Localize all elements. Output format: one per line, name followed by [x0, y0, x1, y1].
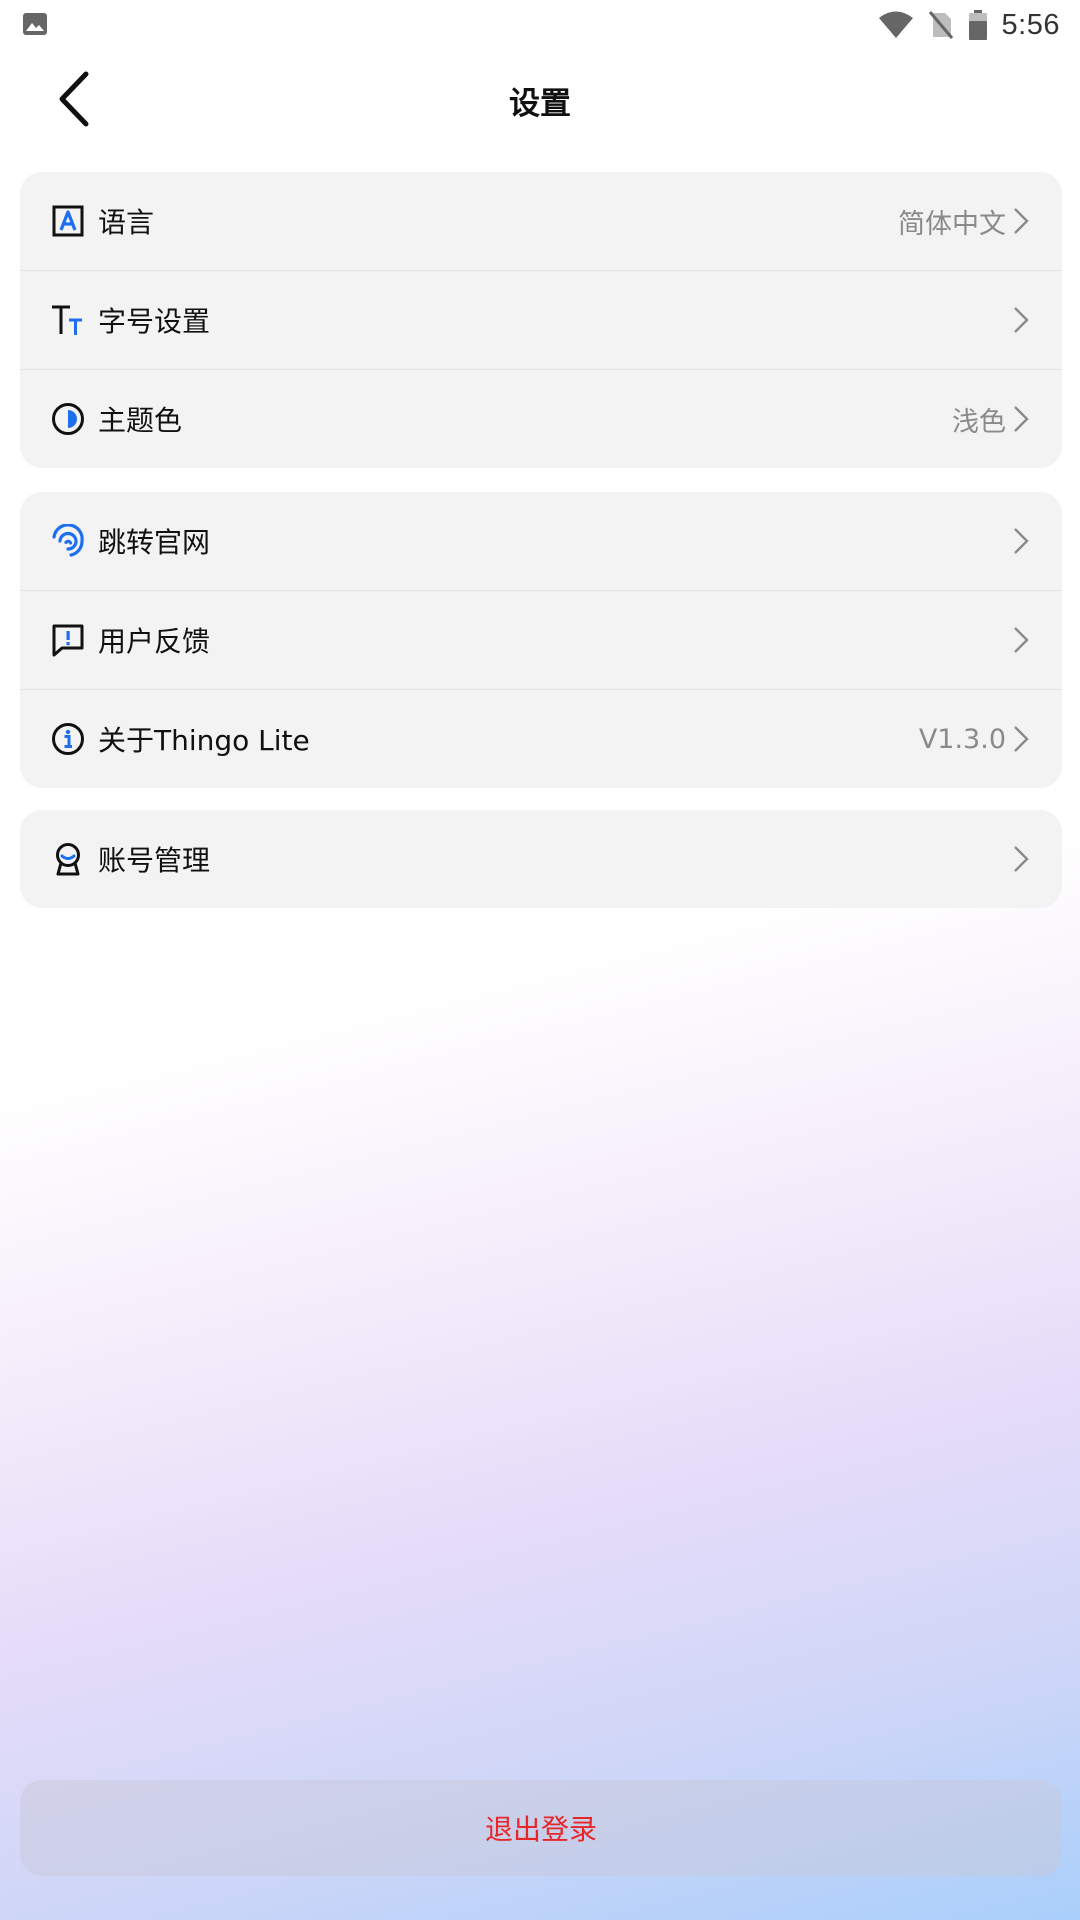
settings-item-label: 字号设置: [98, 305, 211, 338]
settings-item-website[interactable]: 跳转官网: [20, 492, 1062, 590]
settings-item-value: 简体中文: [898, 208, 1006, 240]
chevron-right-icon: [1010, 724, 1032, 754]
feedback-icon: [50, 622, 86, 658]
settings-item-label: 语言: [98, 206, 155, 239]
wifi-icon: [878, 11, 913, 38]
settings-item-language[interactable]: 语言 简体中文: [20, 172, 1062, 270]
chevron-right-icon: [1010, 625, 1032, 655]
settings-group-2: 跳转官网 用户反馈 关于Thingo Lite V1.3.0: [20, 492, 1062, 788]
info-icon: [50, 721, 86, 757]
account-icon: [50, 841, 86, 877]
page-title: 设置: [509, 86, 571, 122]
settings-item-label: 关于Thingo Lite: [98, 724, 310, 757]
settings-item-label: 用户反馈: [98, 625, 211, 658]
logout-button[interactable]: 退出登录: [20, 1780, 1062, 1876]
chevron-right-icon: [1010, 206, 1032, 236]
battery-icon: [968, 10, 987, 40]
font-size-icon: [50, 302, 86, 338]
language-icon: [50, 203, 86, 239]
settings-item-about[interactable]: 关于Thingo Lite V1.3.0: [20, 689, 1062, 788]
settings-item-theme[interactable]: 主题色 浅色: [20, 369, 1062, 468]
settings-group-1: 语言 简体中文 字号设置 主题色 浅色: [20, 172, 1062, 468]
settings-item-feedback[interactable]: 用户反馈: [20, 590, 1062, 689]
settings-item-font-size[interactable]: 字号设置: [20, 270, 1062, 369]
logout-label: 退出登录: [484, 1813, 597, 1846]
chevron-right-icon: [1010, 404, 1032, 434]
website-icon: [50, 523, 86, 559]
status-bar: 5:56: [0, 0, 1080, 50]
settings-item-account[interactable]: 账号管理: [20, 810, 1062, 908]
header: 设置: [0, 50, 1080, 150]
settings-item-value: V1.3.0: [918, 723, 1006, 755]
chevron-right-icon: [1010, 305, 1032, 335]
status-time: 5:56: [1001, 8, 1060, 41]
chevron-right-icon: [1010, 526, 1032, 556]
image-icon: [23, 13, 47, 35]
settings-item-value: 浅色: [952, 406, 1006, 438]
status-icons: 5:56: [878, 0, 1060, 50]
no-sim-icon: [928, 11, 953, 39]
settings-item-label: 账号管理: [98, 844, 211, 877]
settings-group-3: 账号管理: [20, 810, 1062, 908]
chevron-right-icon: [1010, 844, 1032, 874]
settings-item-label: 主题色: [98, 404, 183, 437]
settings-item-label: 跳转官网: [98, 526, 211, 559]
theme-icon: [50, 401, 86, 437]
